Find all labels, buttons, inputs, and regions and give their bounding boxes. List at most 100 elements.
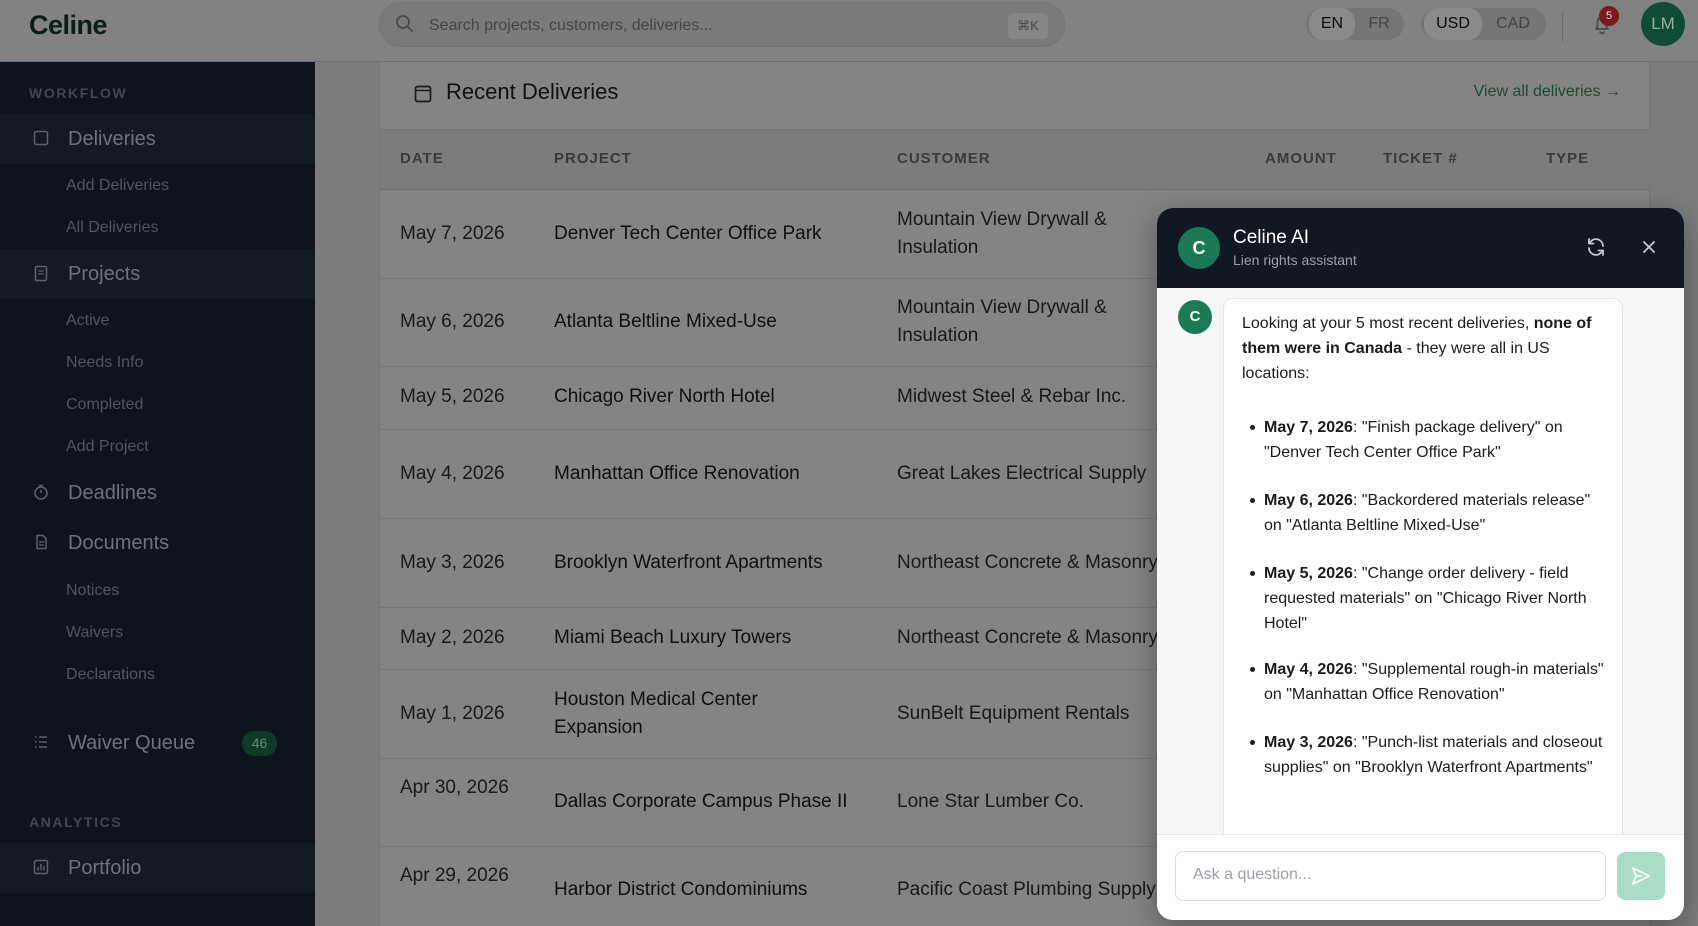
sidebar: WORKFLOW Deliveries Add Deliveries All D… [0,62,315,926]
date-cell: May 6, 2026 [400,311,505,332]
column-header-date[interactable]: DATE [400,150,444,167]
sidebar-item-waiver-queue[interactable]: Waiver Queue 46 [0,718,315,768]
column-header-amount[interactable]: AMOUNT [1265,150,1337,167]
customer-cell: Midwest Steel & Rebar Inc. [897,386,1127,407]
language-option-en[interactable]: EN [1309,8,1355,40]
list-item: May 6, 2026: "Backordered materials rele… [1242,488,1604,538]
column-header-type[interactable]: TYPE [1546,150,1589,167]
project-cell[interactable]: Miami Beach Luxury Towers [554,624,791,652]
project-cell[interactable]: Manhattan Office Renovation [554,460,800,488]
chat-messages[interactable]: C Looking at your 5 most recent deliveri… [1157,288,1684,834]
currency-option-usd[interactable]: USD [1424,8,1482,40]
assistant-name: Celine AI [1233,227,1310,248]
date-cell: May 2, 2026 [400,627,505,648]
sidebar-item-deliveries[interactable]: Deliveries [0,114,315,164]
column-header-ticket[interactable]: TICKET # [1383,150,1458,167]
sidebar-item-portfolio[interactable]: Portfolio [0,843,315,893]
customer-cell: Pacific Coast Plumbing Supply [897,879,1156,900]
list-item: May 3, 2026: "Punch-list materials and c… [1242,730,1604,780]
card-header: Recent Deliveries View all deliveries → [380,62,1651,130]
project-cell[interactable]: Denver Tech Center Office Park [554,220,822,248]
language-option-fr[interactable]: FR [1358,8,1400,40]
bullet [1250,667,1255,672]
sidebar-subitem-active[interactable]: Active [66,312,110,330]
list-icon [35,736,47,748]
date-cell: Apr 30, 2026 [400,777,509,798]
sidebar-item-label: Projects [68,263,141,285]
currency-option-cad[interactable]: CAD [1485,8,1541,40]
bullet [1250,740,1255,745]
sidebar-subitem-needs-info[interactable]: Needs Info [66,354,143,372]
search-shortcut: ⌘K [1008,13,1048,39]
close-icon[interactable] [1639,237,1659,257]
chart-icon [33,859,49,875]
customer-cell: Northeast Concrete & Masonry [897,627,1158,648]
sidebar-section-workflow: WORKFLOW [29,85,128,101]
item-date: May 5, 2026 [1264,565,1353,582]
date-cell: May 7, 2026 [400,223,505,244]
send-icon [1632,867,1650,885]
sidebar-subitem-waivers[interactable]: Waivers [66,624,123,642]
bullet [1250,498,1255,503]
item-date: May 7, 2026 [1264,419,1353,436]
date-cell: May 3, 2026 [400,552,505,573]
date-cell: May 1, 2026 [400,703,505,724]
table-header: DATE PROJECT CUSTOMER AMOUNT TICKET # TY… [380,130,1651,190]
list-item: May 5, 2026: "Change order delivery - fi… [1242,561,1604,636]
column-header-customer[interactable]: CUSTOMER [897,150,991,167]
card-title: Recent Deliveries [446,79,619,104]
customer-cell: SunBelt Equipment Rentals [897,703,1130,724]
chat-input[interactable]: Ask a question... [1175,851,1606,901]
item-date: May 6, 2026 [1264,492,1353,509]
project-cell[interactable]: Harbor District Condominiums [554,876,807,904]
sidebar-item-label: Documents [68,532,170,554]
date-cell: Apr 29, 2026 [400,865,509,886]
sidebar-item-documents[interactable]: Documents [0,518,315,568]
project-cell[interactable]: Houston Medical Center Expansion [554,686,794,742]
sidebar-subitem-completed[interactable]: Completed [66,396,143,414]
item-date: May 3, 2026 [1264,734,1353,751]
assistant-message: Looking at your 5 most recent deliveries… [1223,298,1623,834]
bullet [1250,571,1255,576]
timer-icon [34,484,48,500]
project-cell[interactable]: Brooklyn Waterfront Apartments [554,549,823,577]
customer-cell: Mountain View Drywall & Insulation [897,297,1107,346]
chat-header: C Celine AI Lien rights assistant [1157,208,1684,288]
sidebar-subitem-all-deliveries[interactable]: All Deliveries [66,219,158,237]
user-avatar[interactable]: LM [1641,2,1685,46]
clipboard-icon [34,265,48,282]
notification-badge: 5 [1599,6,1619,26]
customer-cell: Northeast Concrete & Masonry [897,552,1158,573]
document-icon [36,534,47,550]
date-cell: May 5, 2026 [400,386,505,407]
search-icon [396,15,413,32]
sidebar-item-label: Deliveries [68,128,156,150]
refresh-icon[interactable] [1584,235,1608,259]
sidebar-subitem-notices[interactable]: Notices [66,582,119,600]
sidebar-subitem-declarations[interactable]: Declarations [66,666,155,684]
currency-toggle: USD CAD [1421,8,1546,40]
sidebar-subitem-add-project[interactable]: Add Project [66,438,149,456]
assistant-avatar: C [1178,227,1220,269]
search-input[interactable]: Search projects, customers, deliveries..… [429,17,713,35]
chat-input-area: Ask a question... [1157,834,1684,920]
waiver-queue-count-badge: 46 [242,731,277,756]
view-all-deliveries-link[interactable]: View all deliveries → [1474,83,1621,101]
project-cell[interactable]: Chicago River North Hotel [554,383,775,411]
search-bar[interactable]: Search projects, customers, deliveries..… [379,2,1065,47]
sidebar-subitem-add-deliveries[interactable]: Add Deliveries [66,177,169,195]
language-toggle: EN FR [1306,8,1404,40]
project-cell[interactable]: Atlanta Beltline Mixed-Use [554,308,777,336]
sidebar-item-deadlines[interactable]: Deadlines [0,468,315,518]
list-item: May 7, 2026: "Finish package delivery" o… [1242,415,1604,465]
chat-input-placeholder: Ask a question... [1193,866,1312,883]
column-header-project[interactable]: PROJECT [554,150,632,167]
project-cell[interactable]: Dallas Corporate Campus Phase II [554,788,848,816]
sidebar-item-projects[interactable]: Projects [0,249,315,299]
customer-cell: Lone Star Lumber Co. [897,791,1084,812]
send-button[interactable] [1617,852,1665,900]
sidebar-item-label: Waiver Queue [68,732,196,754]
app-logo[interactable]: Celine [29,10,108,41]
list-item: May 4, 2026: "Supplemental rough-in mate… [1242,657,1604,707]
item-date: May 4, 2026 [1264,661,1353,678]
